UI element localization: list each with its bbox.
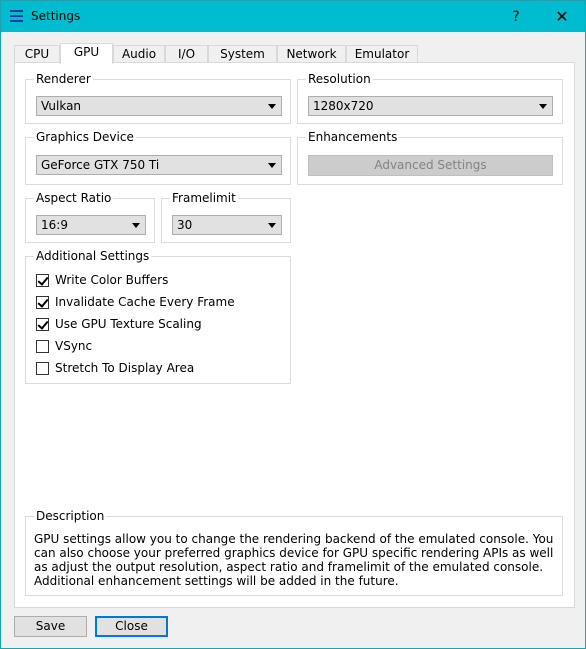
tab-cpu[interactable]: CPU (14, 45, 60, 63)
vsync-checkbox[interactable]: VSync (36, 338, 92, 354)
help-button[interactable]: ? (493, 1, 539, 32)
app-icon (10, 10, 23, 22)
description-text: GPU settings allow you to change the ren… (34, 532, 554, 588)
graphics-device-value: GeForce GTX 750 Ti (41, 158, 160, 172)
renderer-select[interactable]: Vulkan (36, 96, 282, 116)
chevron-down-icon (268, 104, 276, 109)
tab-network[interactable]: Network (277, 45, 346, 63)
checkbox-check[interactable] (36, 273, 49, 287)
stretch-display-checkbox[interactable]: Stretch To Display Area (36, 360, 194, 376)
description-label: Description (34, 508, 107, 524)
vsync-label: VSync (55, 339, 93, 353)
write-color-buffers-label: Write Color Buffers (55, 273, 169, 287)
gpu-tab-panel: Renderer Vulkan Resolution 1280x720 Grap… (14, 62, 575, 608)
graphics-device-label: Graphics Device (34, 129, 136, 145)
resolution-value: 1280x720 (313, 99, 374, 113)
invalidate-cache-checkbox[interactable]: Invalidate Cache Every Frame (36, 294, 235, 310)
close-window-button[interactable]: ✕ (539, 1, 585, 32)
tab-system[interactable]: System (208, 45, 277, 63)
tab-gpu[interactable]: GPU (60, 43, 113, 64)
framelimit-value: 30 (177, 218, 193, 232)
close-button[interactable]: Close (95, 616, 168, 637)
gpu-texture-scaling-checkbox[interactable]: Use GPU Texture Scaling (36, 316, 202, 332)
chevron-down-icon (268, 163, 276, 168)
settings-window: Settings ? ✕ CPU GPU Audio I/O System Ne… (0, 0, 586, 649)
resolution-group: Resolution 1280x720 (297, 71, 563, 124)
framelimit-select[interactable]: 30 (172, 215, 282, 235)
invalidate-cache-label: Invalidate Cache Every Frame (55, 295, 235, 309)
checkbox-check[interactable] (36, 317, 49, 331)
checkbox-check[interactable] (36, 295, 49, 309)
advanced-settings-button[interactable]: Advanced Settings (308, 155, 553, 176)
renderer-label: Renderer (34, 71, 93, 87)
tab-emulator[interactable]: Emulator (346, 45, 418, 63)
chevron-down-icon (132, 223, 140, 228)
tab-io[interactable]: I/O (165, 45, 208, 63)
resolution-label: Resolution (306, 71, 373, 87)
chevron-down-icon (268, 223, 276, 228)
enhancements-label: Enhancements (306, 129, 400, 145)
tab-audio[interactable]: Audio (113, 45, 165, 63)
aspect-ratio-group: Aspect Ratio 16:9 (25, 190, 155, 243)
checkbox-unchecked[interactable] (36, 339, 49, 353)
renderer-group: Renderer Vulkan (25, 71, 291, 124)
aspect-ratio-value: 16:9 (41, 218, 68, 232)
resolution-select[interactable]: 1280x720 (308, 96, 553, 116)
graphics-device-select[interactable]: GeForce GTX 750 Ti (36, 155, 282, 175)
chevron-down-icon (539, 104, 547, 109)
additional-settings-group: Additional Settings Write Color Buffers … (25, 248, 291, 384)
write-color-buffers-checkbox[interactable]: Write Color Buffers (36, 272, 168, 288)
save-button[interactable]: Save (14, 616, 87, 637)
aspect-ratio-label: Aspect Ratio (34, 190, 114, 206)
stretch-display-label: Stretch To Display Area (55, 361, 195, 375)
graphics-device-group: Graphics Device GeForce GTX 750 Ti (25, 129, 291, 185)
description-group: Description GPU settings allow you to ch… (25, 508, 563, 596)
title-bar[interactable]: Settings ? ✕ (1, 1, 585, 32)
window-title: Settings (31, 9, 81, 23)
framelimit-group: Framelimit 30 (161, 190, 291, 243)
enhancements-group: Enhancements Advanced Settings (297, 129, 563, 185)
aspect-ratio-select[interactable]: 16:9 (36, 215, 146, 235)
gpu-texture-scaling-label: Use GPU Texture Scaling (55, 317, 202, 331)
additional-settings-label: Additional Settings (34, 248, 152, 264)
checkbox-unchecked[interactable] (36, 361, 49, 375)
renderer-value: Vulkan (41, 99, 82, 113)
framelimit-label: Framelimit (170, 190, 238, 206)
